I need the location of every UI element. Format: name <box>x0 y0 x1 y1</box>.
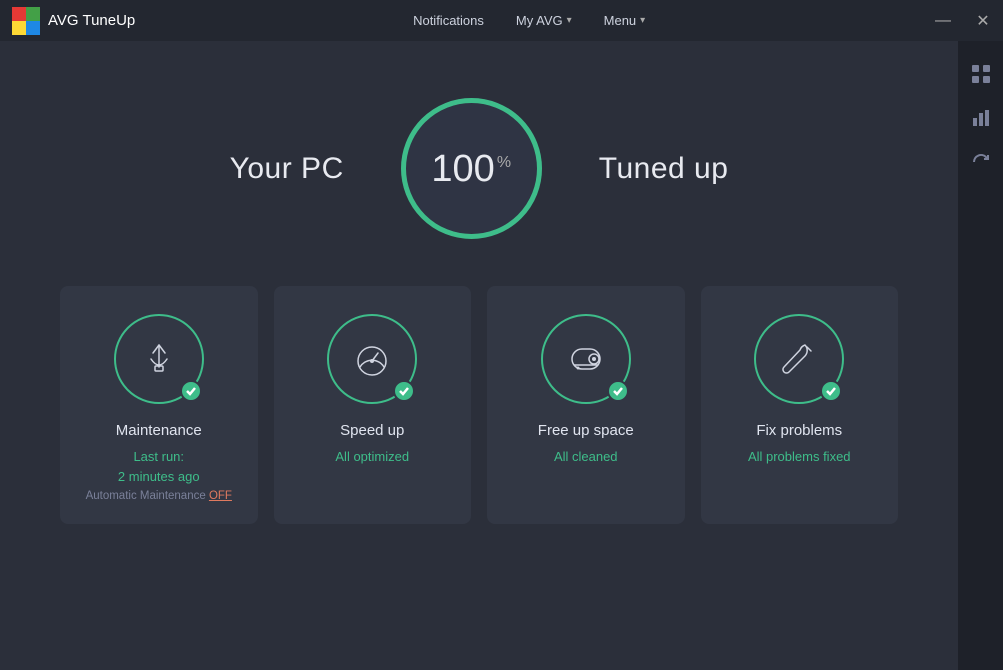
card-speedup[interactable]: Speed up All optimized <box>274 286 472 524</box>
fixproblems-status: All problems fixed <box>748 447 851 467</box>
freespace-title: Free up space <box>538 422 634 439</box>
titlebar-left: AVG TuneUp <box>12 7 135 35</box>
card-maintenance[interactable]: Maintenance Last run: 2 minutes ago Auto… <box>60 286 258 524</box>
titlebar-nav: Notifications My AVG ▾ Menu ▾ <box>399 0 659 41</box>
nav-notifications[interactable]: Notifications <box>399 0 498 41</box>
grid-icon[interactable] <box>962 55 1000 93</box>
maintenance-extra: Automatic Maintenance OFF <box>86 490 232 502</box>
maintenance-off-toggle[interactable]: OFF <box>209 490 232 502</box>
maintenance-check <box>180 380 202 402</box>
brush-icon <box>137 337 181 381</box>
speedup-check <box>393 380 415 402</box>
maintenance-icon-wrap <box>114 314 204 404</box>
freespace-icon-wrap <box>541 314 631 404</box>
speedup-title: Speed up <box>340 422 404 439</box>
card-freespace[interactable]: Free up space All cleaned <box>487 286 685 524</box>
hdd-icon <box>564 337 608 381</box>
avg-logo <box>12 7 40 35</box>
right-sidebar <box>958 41 1003 670</box>
maintenance-title: Maintenance <box>116 422 202 439</box>
wrench-icon <box>777 337 821 381</box>
percent-sign: % <box>497 154 511 171</box>
hero-section: Your PC 100% Tuned up <box>230 41 729 286</box>
app-title: AVG TuneUp <box>48 12 135 29</box>
speedometer-icon <box>350 337 394 381</box>
speedup-status: All optimized <box>335 447 409 467</box>
myavg-chevron-icon: ▾ <box>567 15 572 26</box>
titlebar: AVG TuneUp Notifications My AVG ▾ Menu ▾… <box>0 0 1003 41</box>
hero-left-text: Your PC <box>230 152 344 186</box>
nav-menu[interactable]: Menu ▾ <box>590 0 660 41</box>
titlebar-controls: — ✕ <box>923 0 1003 41</box>
percent-value: 100% <box>431 150 511 188</box>
main-content: Your PC 100% Tuned up <box>0 41 958 670</box>
close-button[interactable]: ✕ <box>963 0 1003 41</box>
card-fixproblems[interactable]: Fix problems All problems fixed <box>701 286 899 524</box>
circle-inner: 100% <box>394 91 549 246</box>
progress-circle: 100% <box>394 91 549 246</box>
menu-chevron-icon: ▾ <box>640 15 645 26</box>
fixproblems-title: Fix problems <box>756 422 842 439</box>
nav-myavg[interactable]: My AVG ▾ <box>502 0 586 41</box>
minimize-button[interactable]: — <box>923 0 963 41</box>
freespace-status: All cleaned <box>554 447 618 467</box>
maintenance-status: Last run: 2 minutes ago <box>118 447 200 486</box>
refresh-icon[interactable] <box>962 143 1000 181</box>
fixproblems-check <box>820 380 842 402</box>
speedup-icon-wrap <box>327 314 417 404</box>
hero-right-text: Tuned up <box>599 152 729 186</box>
freespace-check <box>607 380 629 402</box>
cards-section: Maintenance Last run: 2 minutes ago Auto… <box>0 286 958 524</box>
chart-icon[interactable] <box>962 99 1000 137</box>
fixproblems-icon-wrap <box>754 314 844 404</box>
